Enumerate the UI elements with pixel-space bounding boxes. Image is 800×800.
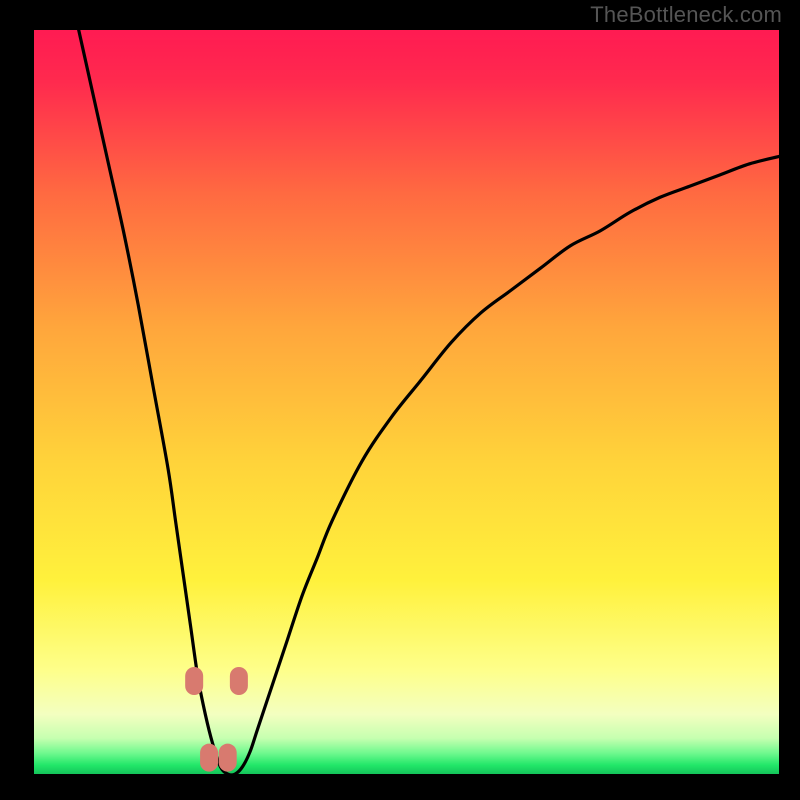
watermark-label: TheBottleneck.com: [590, 2, 782, 28]
chart-frame: TheBottleneck.com: [0, 0, 800, 800]
marker-dot: [185, 667, 203, 695]
marker-dot: [200, 744, 218, 772]
marker-dot: [230, 667, 248, 695]
chart-svg: [0, 0, 800, 800]
marker-dot: [219, 744, 237, 772]
gradient-background: [34, 30, 779, 774]
